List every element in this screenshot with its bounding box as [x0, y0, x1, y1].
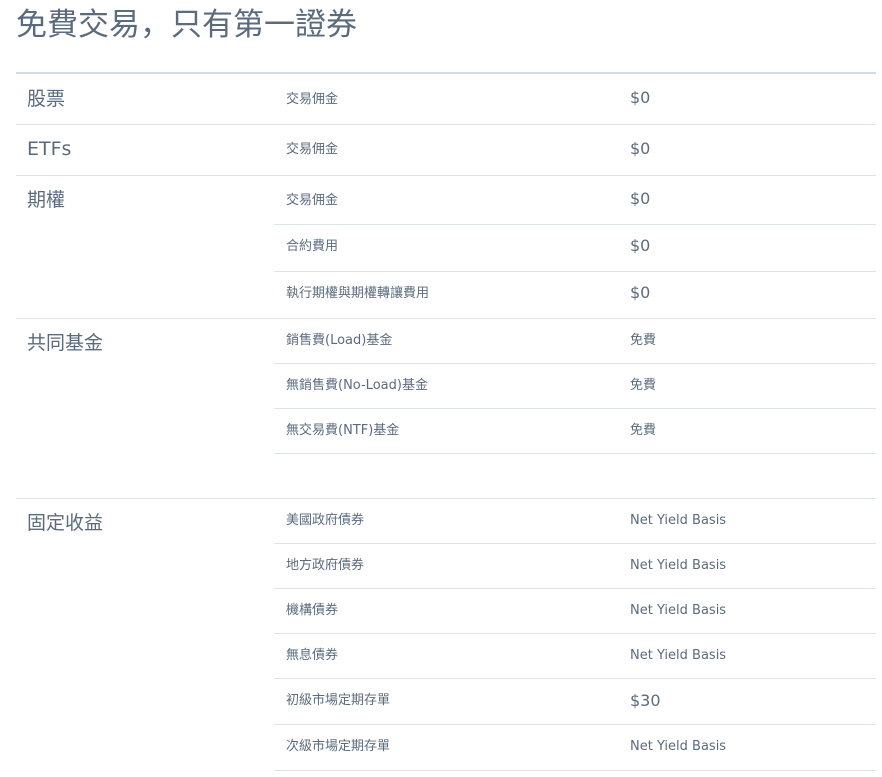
fee-label: 交易佣金: [286, 142, 339, 157]
section-fixed-income: 固定收益 美國政府債券 Net Yield Basis 地方政府債券 Net Y…: [16, 498, 876, 771]
fee-row: 交易佣金 $0: [274, 74, 876, 125]
category-label: 股票: [27, 88, 66, 110]
fee-label: 執行期權與期權轉讓費用: [286, 286, 430, 301]
fee-value: 免費: [630, 333, 657, 348]
fee-value: $0: [630, 189, 651, 208]
fee-label: 機構債券: [286, 603, 339, 618]
fee-label: 無息債券: [286, 648, 339, 663]
fee-row: 執行期權與期權轉讓費用 $0: [274, 271, 876, 319]
category-label: 固定收益: [27, 512, 104, 534]
fee-row: 次級市場定期存單 Net Yield Basis: [274, 724, 876, 771]
fee-value: $0: [630, 139, 651, 158]
row-divider: [274, 453, 876, 454]
fee-value: $30: [630, 691, 661, 710]
fee-row: 地方政府債券 Net Yield Basis: [274, 543, 876, 589]
fee-row: 無銷售費(No-Load)基金 免費: [274, 363, 876, 409]
fee-label: 次級市場定期存單: [286, 739, 391, 754]
fee-row: 合約費用 $0: [274, 224, 876, 272]
fee-label: 交易佣金: [286, 193, 339, 208]
section-stocks: 股票 交易佣金 $0: [16, 74, 876, 125]
fee-row: 無息債券 Net Yield Basis: [274, 633, 876, 679]
fee-label: 初級市場定期存單: [286, 693, 391, 708]
fee-label: 地方政府債券: [286, 558, 365, 573]
fee-label: 銷售費(Load)基金: [286, 333, 393, 348]
fee-row: 銷售費(Load)基金 免費: [274, 318, 876, 364]
fee-value: $0: [630, 88, 651, 107]
page-title: 免費交易，只有第一證券: [16, 7, 357, 43]
fee-row: 初級市場定期存單 $30: [274, 678, 876, 725]
fee-value: Net Yield Basis: [630, 603, 727, 618]
category-label: 共同基金: [27, 332, 104, 354]
fee-label: 美國政府債券: [286, 513, 365, 528]
fee-value: $0: [630, 236, 651, 255]
fee-value: Net Yield Basis: [630, 648, 727, 663]
fee-label: 無銷售費(No-Load)基金: [286, 378, 428, 393]
fee-value: Net Yield Basis: [630, 558, 727, 573]
category-label: 期權: [27, 189, 66, 211]
fee-label: 合約費用: [286, 239, 339, 254]
fee-row: 交易佣金 $0: [274, 124, 876, 176]
fee-label: 無交易費(NTF)基金: [286, 423, 400, 438]
section-mutual-funds: 共同基金 銷售費(Load)基金 免費 無銷售費(No-Load)基金 免費 無…: [16, 318, 876, 499]
category-label: ETFs: [27, 138, 72, 160]
fee-row: 美國政府債券 Net Yield Basis: [274, 498, 876, 544]
fee-value: $0: [630, 283, 651, 302]
fee-label: 交易佣金: [286, 92, 339, 107]
section-options: 期權 交易佣金 $0 合約費用 $0 執行期權與期權轉讓費用 $0: [16, 175, 876, 319]
fee-row: 無交易費(NTF)基金 免費: [274, 408, 876, 454]
fee-row: 交易佣金 $0: [274, 175, 876, 225]
fee-row: 機構債券 Net Yield Basis: [274, 588, 876, 634]
fee-value: Net Yield Basis: [630, 513, 727, 528]
fee-value: Net Yield Basis: [630, 739, 727, 754]
row-divider: [274, 770, 876, 771]
fee-value: 免費: [630, 423, 657, 438]
section-etfs: ETFs 交易佣金 $0: [16, 124, 876, 176]
fee-value: 免費: [630, 378, 657, 393]
